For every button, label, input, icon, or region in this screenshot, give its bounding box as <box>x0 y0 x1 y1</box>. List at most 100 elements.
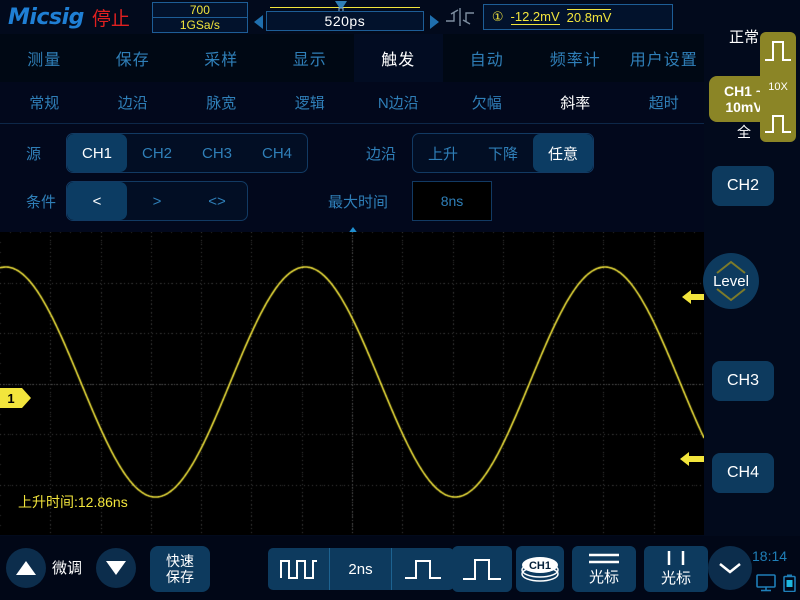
source-option-ch1[interactable]: CH1 <box>67 134 127 172</box>
acquisition-info-box[interactable]: 700 1GSa/s <box>151 1 248 33</box>
submenu-item-edge[interactable]: 边沿 <box>89 82 178 123</box>
trigger-level-knob[interactable]: Level <box>703 253 759 309</box>
menu-item-trigger[interactable]: 触发 <box>354 34 443 82</box>
horizontal-cursor-button[interactable]: 光标 <box>572 546 636 592</box>
timebase-zoom-in-button[interactable] <box>392 548 454 590</box>
measurement-value-low: -12.2mV <box>510 9 560 25</box>
rise-time-measurement-label: 上升时间:12.86ns <box>18 494 128 510</box>
pulse-down-icon <box>765 115 791 133</box>
trigger-type-submenu: 常规 边沿 脉宽 逻辑 N边沿 欠幅 斜率 超时 <box>0 82 708 124</box>
sample-rate-value: 1GSa/s <box>179 17 220 32</box>
max-time-value-field[interactable]: 8ns <box>412 181 492 221</box>
menu-item-auto[interactable]: 自动 <box>443 34 532 82</box>
source-segmented-control: CH1 CH2 CH3 CH4 <box>66 133 308 173</box>
quick-save-button[interactable]: 快速 保存 <box>150 546 210 592</box>
timebase-delay-value: 520ps <box>265 11 424 31</box>
sidebar-button-ch2[interactable]: CH2 <box>712 166 774 206</box>
submenu-item-pulse-width[interactable]: 脉宽 <box>177 82 266 123</box>
level-knob-label: Level <box>713 272 749 290</box>
settings-row-condition-time: 条件 < > <> 最大时间 8ns <box>0 178 708 224</box>
probe-attenuation-strip[interactable]: 10X <box>760 32 796 142</box>
memory-depth-value: 700 <box>152 3 247 18</box>
brand-logo: Micsig <box>8 4 84 30</box>
system-clock: 18:14 <box>752 548 788 564</box>
condition-label: 条件 <box>26 193 57 211</box>
measurement-readout-box[interactable]: ① -12.2mV 20.8mV <box>482 4 673 30</box>
menu-item-user-settings[interactable]: 用户设置 <box>620 34 709 82</box>
edge-segmented-control: 上升 下降 任意 <box>412 133 594 173</box>
trigger-level-arrow-icon-upper[interactable] <box>682 288 706 306</box>
edge-label: 边沿 <box>366 145 397 163</box>
multi-pulse-icon <box>279 560 317 579</box>
menu-item-save[interactable]: 保存 <box>89 34 178 82</box>
horizontal-cursor-label: 光标 <box>588 569 619 586</box>
fine-adjust-down-button[interactable] <box>96 548 136 588</box>
run-state-label[interactable]: 停止 <box>92 4 130 31</box>
timebase-zoom-out-button[interactable] <box>268 548 330 590</box>
settings-row-source-edge: 源 CH1 CH2 CH3 CH4 边沿 上升 下降 任意 <box>0 130 708 176</box>
submenu-item-nth-edge[interactable]: N边沿 <box>354 82 443 123</box>
ch1-scale-label: 10mV <box>725 99 763 115</box>
timebase-position-widget[interactable]: 520ps <box>253 1 439 33</box>
max-time-label: 最大时间 <box>328 193 389 211</box>
measurement-value-high: 20.8mV <box>566 9 612 25</box>
trigger-coupling-icon[interactable] <box>445 6 475 28</box>
trigger-settings-panel: 源 CH1 CH2 CH3 CH4 边沿 上升 下降 任意 条件 < > <> … <box>0 124 708 232</box>
timebase-value[interactable]: 2ns <box>330 548 392 590</box>
condition-option-greater[interactable]: > <box>127 182 187 220</box>
pulse-up-icon <box>765 41 791 61</box>
expand-toolbar-button[interactable] <box>708 546 752 590</box>
edge-option-either[interactable]: 任意 <box>533 134 593 172</box>
main-menu-bar: 测量 保存 采样 显示 触发 自动 频率计 用户设置 <box>0 34 708 82</box>
timebase-left-arrow-icon[interactable] <box>253 15 263 29</box>
menu-item-counter[interactable]: 频率计 <box>531 34 620 82</box>
vertical-cursor-icon <box>667 551 685 565</box>
menu-item-acquire[interactable]: 采样 <box>177 34 266 82</box>
source-option-ch3[interactable]: CH3 <box>187 134 247 172</box>
triangle-down-icon <box>106 561 126 575</box>
menu-item-display[interactable]: 显示 <box>266 34 355 82</box>
system-status-icons <box>756 574 796 592</box>
submenu-item-runt[interactable]: 欠幅 <box>443 82 532 123</box>
trigger-level-arrow-icon-lower[interactable] <box>680 450 704 468</box>
probe-ratio-label: 10X <box>768 81 788 93</box>
edge-option-rising[interactable]: 上升 <box>413 134 473 172</box>
single-pulse-icon <box>405 560 441 579</box>
triangle-up-icon <box>16 561 36 575</box>
vertical-cursor-label: 光标 <box>660 570 691 587</box>
quick-save-line1: 快速 <box>166 552 194 569</box>
quick-save-line2: 保存 <box>166 569 194 585</box>
source-option-ch4[interactable]: CH4 <box>247 134 307 172</box>
submenu-item-logic[interactable]: 逻辑 <box>266 82 355 123</box>
ch1-coupling-label: CH1 ~ <box>723 82 765 99</box>
vertical-cursor-button[interactable]: 光标 <box>644 546 708 592</box>
svg-text:CH1: CH1 <box>529 560 551 572</box>
battery-icon <box>783 574 796 592</box>
condition-option-between[interactable]: <> <box>187 182 247 220</box>
sidebar-button-ch3[interactable]: CH3 <box>712 361 774 401</box>
source-option-ch2[interactable]: CH2 <box>127 134 187 172</box>
edge-option-falling[interactable]: 下降 <box>473 134 533 172</box>
wide-pulse-button[interactable] <box>452 546 512 592</box>
channel-1-ground-marker[interactable]: 1 <box>0 388 31 408</box>
measurement-channel-mark: ① <box>491 9 504 24</box>
fine-adjust-up-button[interactable] <box>6 548 46 588</box>
ch1-stack-icon: CH1 <box>521 557 559 582</box>
horizontal-cursor-icon <box>589 553 619 564</box>
submenu-item-slope[interactable]: 斜率 <box>531 82 620 123</box>
oscilloscope-screen: Micsig 停止 700 1GSa/s 520ps ① -12.2mV 20.… <box>0 0 800 600</box>
chevron-down-icon <box>719 563 741 574</box>
condition-segmented-control: < > <> <box>66 181 248 221</box>
top-status-bar: Micsig 停止 700 1GSa/s 520ps ① -12.2mV 20.… <box>0 0 800 34</box>
monitor-icon <box>756 574 776 592</box>
sidebar-button-ch4[interactable]: CH4 <box>712 453 774 493</box>
fine-adjust-label: 微调 <box>52 560 83 577</box>
timebase-right-arrow-icon[interactable] <box>429 15 439 29</box>
channel-stack-button[interactable]: CH1 <box>516 546 564 592</box>
waveform-display[interactable] <box>0 232 704 535</box>
submenu-item-normal[interactable]: 常规 <box>0 82 89 123</box>
menu-item-measure[interactable]: 测量 <box>0 34 89 82</box>
submenu-item-timeout[interactable]: 超时 <box>620 82 709 123</box>
timebase-control-group: 2ns <box>268 548 454 590</box>
condition-option-less[interactable]: < <box>67 182 127 220</box>
